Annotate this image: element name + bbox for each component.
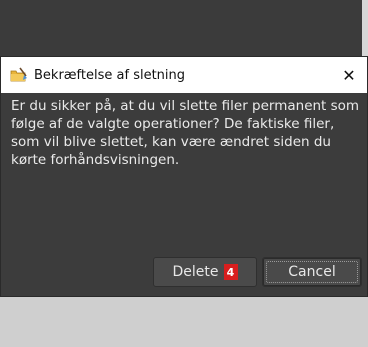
background-window-top: [0, 0, 368, 56]
close-button[interactable]: ✕: [331, 57, 367, 93]
dialog-titlebar: Bekræftelse af sletning ✕: [1, 57, 367, 93]
cancel-button[interactable]: Cancel: [262, 257, 362, 287]
folder-broom-icon: [10, 67, 28, 83]
delete-count-badge: 4: [223, 264, 238, 280]
delete-confirmation-dialog: Bekræftelse af sletning ✕ Er du sikker p…: [0, 56, 368, 297]
dialog-title: Bekræftelse af sletning: [34, 67, 186, 83]
delete-button-label: Delete: [172, 264, 219, 280]
background-window-bottom: [0, 297, 368, 347]
cancel-button-label: Cancel: [288, 264, 336, 280]
delete-button[interactable]: Delete 4: [153, 257, 257, 287]
close-icon: ✕: [342, 65, 356, 85]
dialog-message: Er du sikker på, at du vil slette filer …: [11, 98, 360, 168]
